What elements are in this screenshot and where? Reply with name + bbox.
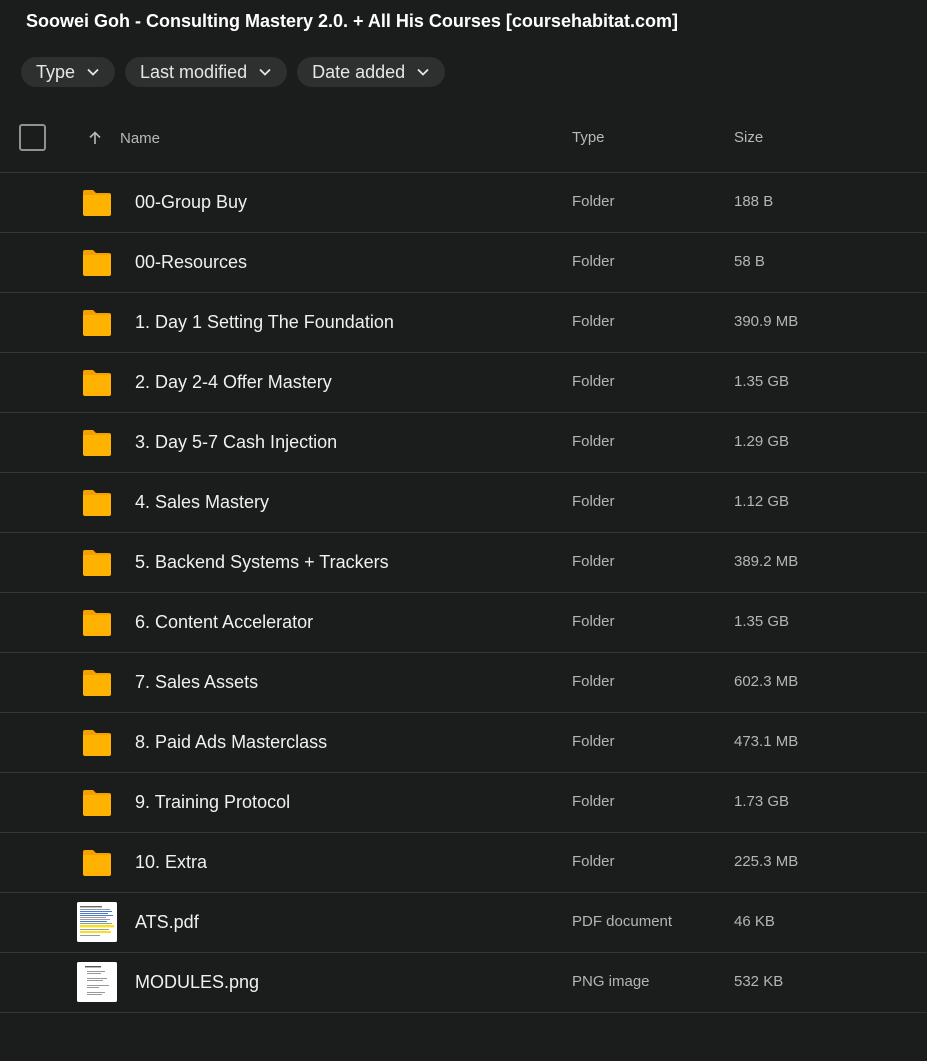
folder-icon — [81, 308, 113, 338]
file-type: Folder — [572, 433, 615, 450]
folder-icon — [81, 728, 113, 758]
file-type: Folder — [572, 493, 615, 510]
file-list: 00-Group Buy Folder 188 B 00-Resources Folde… — [0, 173, 927, 1013]
file-type: Folder — [572, 313, 615, 330]
column-header-type[interactable]: Type — [572, 129, 605, 146]
folder-icon — [81, 248, 113, 278]
table-row[interactable]: 6. Content Accelerator Folder 1.35 GB — [0, 593, 927, 653]
column-header-size[interactable]: Size — [734, 129, 763, 146]
file-type: Folder — [572, 673, 615, 690]
filter-date-added[interactable]: Date added — [297, 57, 446, 87]
file-size: 532 KB — [734, 973, 784, 990]
table-row[interactable]: 00-Group Buy Folder 188 B — [0, 173, 927, 233]
chevron-down-icon — [87, 68, 99, 76]
folder-icon — [81, 788, 113, 818]
filter-date-added-label: Date added — [312, 61, 406, 82]
file-name[interactable]: 10. Extra — [135, 852, 207, 873]
file-name[interactable]: 7. Sales Assets — [135, 672, 258, 693]
folder-icon — [81, 368, 113, 398]
column-header-name[interactable]: Name — [120, 130, 160, 147]
file-size: 1.35 GB — [734, 613, 790, 630]
file-type: Folder — [572, 553, 615, 570]
page-title: Soowei Goh - Consulting Mastery 2.0. + A… — [26, 11, 678, 31]
table-row[interactable]: 00-Resources Folder 58 B — [0, 233, 927, 293]
filter-last-modified-label: Last modified — [140, 61, 248, 82]
file-type: Folder — [572, 373, 615, 390]
file-name[interactable]: 3. Day 5-7 Cash Injection — [135, 432, 337, 453]
table-row[interactable]: 2. Day 2-4 Offer Mastery Folder 1.35 GB — [0, 353, 927, 413]
file-size: 1.73 GB — [734, 793, 790, 810]
table-row[interactable]: 8. Paid Ads Masterclass Folder 473.1 MB — [0, 713, 927, 773]
table-row[interactable]: 10. Extra Folder 225.3 MB — [0, 833, 927, 893]
folder-icon — [81, 488, 113, 518]
file-size: 390.9 MB — [734, 313, 799, 330]
chevron-down-icon — [417, 68, 429, 76]
file-type: Folder — [572, 253, 615, 270]
select-all-checkbox[interactable] — [19, 124, 46, 151]
pdf-thumbnail-icon — [77, 902, 117, 942]
file-size: 46 KB — [734, 913, 775, 930]
file-size: 1.35 GB — [734, 373, 790, 390]
file-type: PDF document — [572, 913, 673, 930]
table-row[interactable]: 7. Sales Assets Folder 602.3 MB — [0, 653, 927, 713]
arrow-up-icon[interactable] — [87, 130, 103, 151]
file-name[interactable]: 4. Sales Mastery — [135, 492, 269, 513]
folder-icon — [81, 668, 113, 698]
file-size: 602.3 MB — [734, 673, 799, 690]
folder-icon — [81, 848, 113, 878]
folder-icon — [81, 548, 113, 578]
filter-type-label: Type — [36, 61, 76, 82]
file-size: 225.3 MB — [734, 853, 799, 870]
filter-type[interactable]: Type — [21, 57, 116, 87]
file-size: 58 B — [734, 253, 765, 270]
table-row[interactable]: ATS.pdf PDF document 46 KB — [0, 893, 927, 953]
table-row[interactable]: 4. Sales Mastery Folder 1.12 GB — [0, 473, 927, 533]
file-name[interactable]: ATS.pdf — [135, 912, 199, 933]
table-row[interactable]: 9. Training Protocol Folder 1.73 GB — [0, 773, 927, 833]
table-row[interactable]: 3. Day 5-7 Cash Injection Folder 1.29 GB — [0, 413, 927, 473]
file-name[interactable]: 2. Day 2-4 Offer Mastery — [135, 372, 332, 393]
file-name[interactable]: 8. Paid Ads Masterclass — [135, 732, 327, 753]
file-name[interactable]: 9. Training Protocol — [135, 792, 290, 813]
table-header: Name Type Size — [0, 112, 927, 173]
file-name[interactable]: 6. Content Accelerator — [135, 612, 313, 633]
folder-icon — [81, 608, 113, 638]
file-browser: Soowei Goh - Consulting Mastery 2.0. + A… — [0, 0, 927, 1061]
chevron-down-icon — [259, 68, 271, 76]
table-row[interactable]: 1. Day 1 Setting The Foundation Folder 390… — [0, 293, 927, 353]
filter-bar: Type Last modified Date added — [21, 57, 446, 87]
file-type: Folder — [572, 613, 615, 630]
file-type: Folder — [572, 193, 615, 210]
table-row[interactable]: MODULES.png PNG image 532 KB — [0, 953, 927, 1013]
file-type: Folder — [572, 733, 615, 750]
folder-icon — [81, 188, 113, 218]
file-size: 389.2 MB — [734, 553, 799, 570]
filter-last-modified[interactable]: Last modified — [125, 57, 288, 87]
file-name[interactable]: 5. Backend Systems + Trackers — [135, 552, 389, 573]
file-size: 473.1 MB — [734, 733, 799, 750]
file-name[interactable]: 1. Day 1 Setting The Foundation — [135, 312, 394, 333]
file-size: 1.29 GB — [734, 433, 790, 450]
png-thumbnail-icon — [77, 962, 117, 1002]
file-type: Folder — [572, 793, 615, 810]
folder-icon — [81, 428, 113, 458]
file-type: PNG image — [572, 973, 650, 990]
file-size: 1.12 GB — [734, 493, 790, 510]
file-name[interactable]: 00-Resources — [135, 252, 247, 273]
file-name[interactable]: 00-Group Buy — [135, 192, 247, 213]
file-name[interactable]: MODULES.png — [135, 972, 259, 993]
file-type: Folder — [572, 853, 615, 870]
table-row[interactable]: 5. Backend Systems + Trackers Folder 389.2… — [0, 533, 927, 593]
file-size: 188 B — [734, 193, 774, 210]
